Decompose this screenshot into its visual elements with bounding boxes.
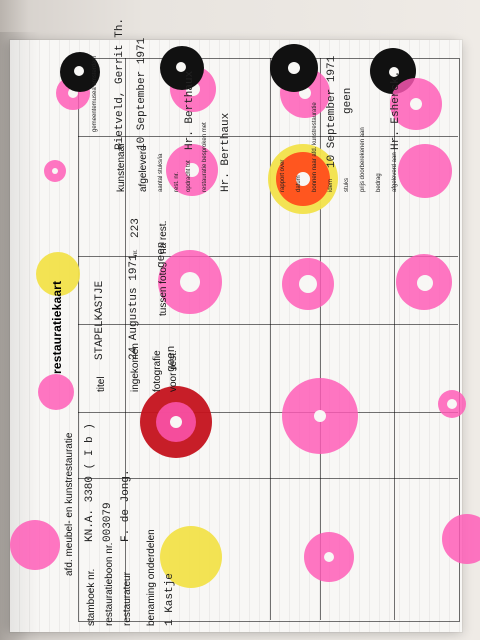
opdracht-tot-label: opdracht tot xyxy=(186,160,192,192)
nr-value: 223 xyxy=(130,218,142,238)
restauratieboon-label: restauratieboon nr. xyxy=(104,542,115,626)
afgeleverd-label: afgeleverd xyxy=(138,145,149,192)
benaming-item: 1 Kastje xyxy=(164,573,176,626)
section-label: afd. meubel- en kunstrestauratie xyxy=(64,432,75,576)
titel-value: STAPELKASTJE xyxy=(94,280,106,360)
ring-hole xyxy=(74,66,84,76)
rapport-over-label: rapport over xyxy=(280,159,286,192)
stuks-label: stuks xyxy=(344,177,350,192)
pink-dot xyxy=(398,144,452,198)
restauratieboon-value: 003079 xyxy=(102,502,114,542)
besproken-value: Hr. Berthaux xyxy=(220,112,232,192)
ring-hole xyxy=(314,410,326,422)
afgeleverd-aan-label: afgeleverd aan xyxy=(392,152,398,192)
bonnen-label: bonnen naar afd. kunstrestauratie xyxy=(312,102,318,192)
rest-nr-label: rest. nr. xyxy=(174,171,180,192)
na-rest-label: na rest. xyxy=(158,220,169,254)
ring-hole xyxy=(52,168,58,174)
ring-hole xyxy=(324,552,334,562)
nr-label: nr. xyxy=(133,249,139,256)
datum-value: 10 September 1971 xyxy=(326,55,338,168)
grid-hline-4 xyxy=(78,412,458,413)
tussen-foto-label: tussen foto xyxy=(158,267,169,316)
ring-hole xyxy=(447,399,457,409)
stuks-value: geen xyxy=(342,87,354,114)
kunstenaar-value: Rietveld, Gerrit Th. xyxy=(114,17,126,150)
ring-hole xyxy=(288,62,300,74)
idem-label: idem xyxy=(328,178,334,192)
ring-hole xyxy=(417,275,433,291)
ring-hole xyxy=(170,416,182,428)
ring-hole xyxy=(410,98,422,110)
ring-hole xyxy=(180,272,200,292)
ingekomen-value: 24 Augustus 1971 xyxy=(128,254,140,360)
stamboek-value: KN.A. 3380 ( I b ) xyxy=(84,423,96,542)
aantal-stuk-label: aantal stuks/ia xyxy=(158,153,164,192)
titel-label: titel xyxy=(96,376,107,392)
fotografie-label: fotografie xyxy=(152,350,163,392)
prijs-label: prijs doorberekenen aan xyxy=(360,127,366,192)
grid-hline-5 xyxy=(78,478,458,479)
voor-rest-value: geen xyxy=(166,345,178,372)
afgeleverd-value: 10 September 1971 xyxy=(136,37,148,150)
besproken-label: restauratie besproken met xyxy=(202,122,208,192)
stamboek-label: stamboek nr. xyxy=(86,568,97,626)
restaurateur-value: F. de Jong. xyxy=(120,469,132,542)
opdracht-value: Hr. Berthaux xyxy=(184,70,196,150)
bedrag-label: bedrag xyxy=(376,173,382,192)
pink-dot xyxy=(38,374,74,410)
restaurateur-label: restaurateur xyxy=(122,572,133,626)
grid-vline-2 xyxy=(270,58,271,620)
form-title: restauratiekaart xyxy=(50,280,64,374)
pink-dot xyxy=(10,520,60,570)
afgeleverd-aan-value: Hr. Esherck. xyxy=(390,70,402,150)
photo-scene: restauratiekaart afd. meubel- en kunstre… xyxy=(0,0,480,640)
datum-label: datum xyxy=(296,175,302,192)
ring-hole xyxy=(299,275,317,293)
gemeentemusea-label: gemeentemusea amsterdam xyxy=(92,55,98,132)
form-page: restauratiekaart afd. meubel- en kunstre… xyxy=(0,18,480,640)
benaming-label: benaming onderdelen xyxy=(146,529,157,626)
